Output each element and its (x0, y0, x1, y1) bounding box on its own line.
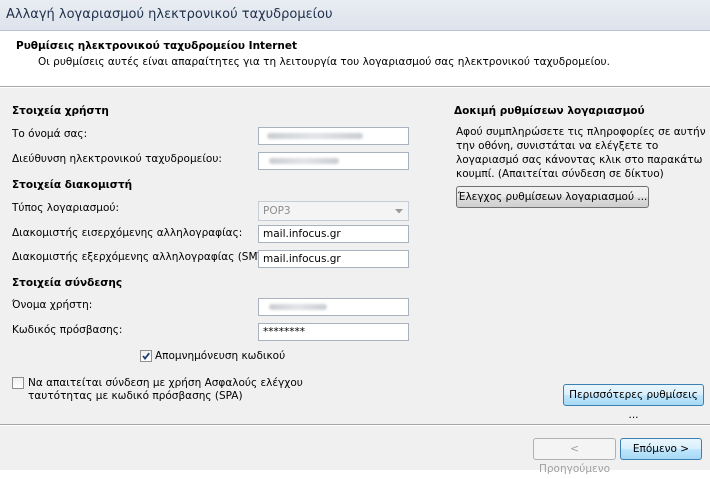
outgoing-server-field[interactable]: mail.infocus.gr (258, 250, 409, 268)
account-type-value: POP3 (263, 205, 291, 217)
header-subtitle: Οι ρυθμίσεις αυτές είναι απαραίτητες για… (38, 56, 610, 68)
logon-info-heading: Στοιχεία σύνδεσης (12, 277, 123, 289)
name-field[interactable] (258, 127, 409, 145)
outgoing-server-value: mail.infocus.gr (263, 253, 341, 265)
password-field[interactable]: ******** (258, 323, 409, 341)
test-account-settings-button[interactable]: Έλεγχος ρυθμίσεων λογαριασμού ... (456, 186, 649, 208)
check-icon (142, 352, 150, 360)
settings-panel: Στοιχεία χρήστη Το όνομά σας: Διεύθυνση … (0, 88, 710, 424)
incoming-server-label: Διακομιστής εισερχόμενης αλληλογραφίας: (12, 227, 243, 239)
account-type-label: Τύπος λογαριασμού: (12, 202, 120, 214)
title-bar: Αλλαγή λογαριασμού ηλεκτρονικού ταχυδρομ… (0, 0, 710, 31)
incoming-server-field[interactable]: mail.infocus.gr (258, 225, 409, 243)
password-value: ******** (263, 326, 305, 338)
footer-panel: < Προηγούμενο Επόμενο > (0, 426, 710, 475)
email-label: Διεύθυνση ηλεκτρονικού ταχυδρομείου: (12, 153, 222, 165)
back-button[interactable]: < Προηγούμενο (533, 438, 616, 475)
test-settings-heading: Δοκιμή ρυθμίσεων λογαριασμού (454, 105, 645, 117)
test-settings-description: Αφού συμπληρώσετε τις πληροφορίες σε αυτ… (456, 126, 706, 180)
account-type-select[interactable]: POP3 (258, 201, 409, 221)
spa-checkbox[interactable] (12, 377, 24, 389)
remember-password-label: Απομνημόνευση κωδικού (155, 350, 286, 362)
chevron-down-icon (393, 206, 405, 216)
window-title: Αλλαγή λογαριασμού ηλεκτρονικού ταχυδρομ… (6, 7, 333, 22)
redacted-username (269, 304, 327, 310)
spa-label-line2: ταυτότητας με κωδικό πρόσβασης (SPA) (28, 390, 243, 402)
more-settings-button[interactable]: Περισσότερες ρυθμίσεις ... (563, 384, 704, 421)
username-label: Όνομα χρήστη: (12, 299, 93, 311)
username-field[interactable] (258, 298, 409, 316)
password-label: Κωδικός πρόσβασης: (12, 324, 123, 336)
incoming-server-value: mail.infocus.gr (263, 228, 341, 240)
redacted-email (269, 158, 339, 164)
server-info-heading: Στοιχεία διακομιστή (12, 179, 133, 191)
outgoing-server-label: Διακομιστής εξερχόμενης αλληλογραφίας (S… (12, 251, 278, 263)
user-info-heading: Στοιχεία χρήστη (12, 105, 109, 117)
email-field[interactable] (258, 152, 409, 170)
redacted-name (267, 133, 363, 139)
spa-label-line1: Να απαιτείται σύνδεση με χρήση Ασφαλούς … (28, 377, 303, 389)
header-panel: Ρυθμίσεις ηλεκτρονικού ταχυδρομείου Inte… (0, 31, 710, 86)
remember-password-checkbox[interactable] (140, 350, 152, 362)
name-label: Το όνομά σας: (12, 128, 88, 140)
header-title: Ρυθμίσεις ηλεκτρονικού ταχυδρομείου Inte… (16, 40, 297, 52)
next-button[interactable]: Επόμενο > (620, 438, 702, 460)
